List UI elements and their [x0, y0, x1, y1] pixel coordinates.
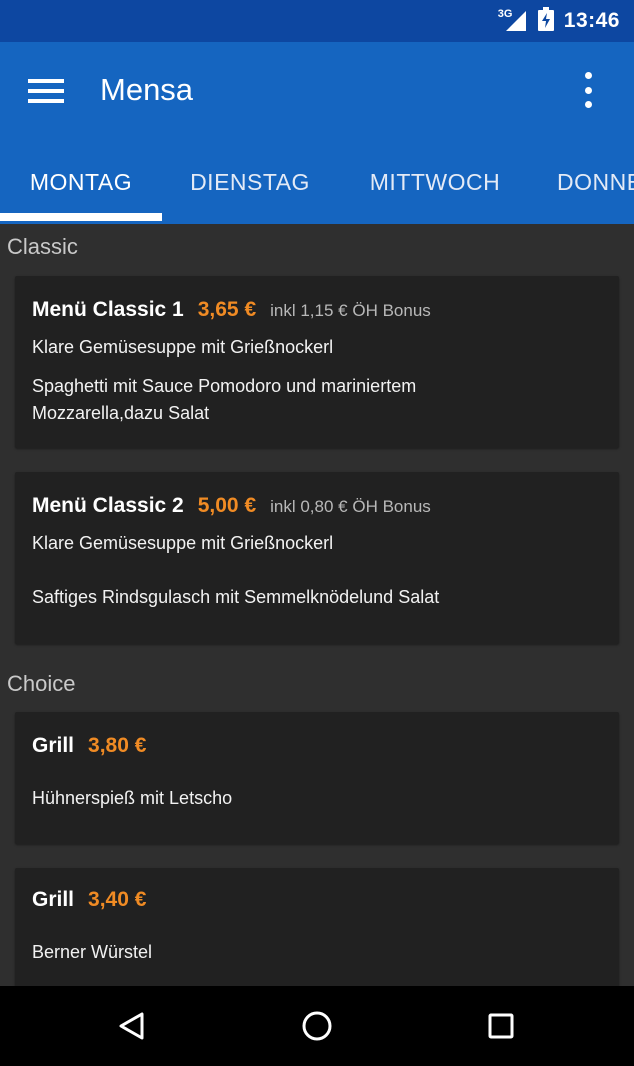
recents-square-icon[interactable] [481, 1006, 521, 1046]
tab-mittwoch[interactable]: MITTWOCH [350, 140, 520, 224]
tab-montag[interactable]: MONTAG [0, 140, 162, 224]
menu-card[interactable]: Grill 3,80 € Hühnerspieß mit Letscho [15, 712, 619, 844]
menu-name: Grill [32, 888, 75, 911]
menu-price: 3,65 € [197, 298, 257, 321]
menu-line: Saftiges Rindsgulasch mit Semmelknödelun… [32, 587, 440, 607]
menu-price: 3,80 € [88, 734, 147, 757]
active-tab-indicator [0, 213, 162, 221]
home-circle-icon[interactable] [297, 1006, 337, 1046]
system-nav-bar [0, 986, 634, 1066]
more-vertical-icon[interactable] [578, 70, 598, 110]
menu-price: 5,00 € [197, 494, 257, 517]
menu-card[interactable]: Grill 3,40 € Berner Würstel [15, 868, 619, 986]
menu-line: Spaghetti mit Sauce Pomodoro und marinie… [32, 376, 417, 423]
tab-dienstag[interactable]: DIENSTAG [168, 140, 332, 224]
app-bar: Mensa [0, 42, 634, 140]
status-bar: 3G 13:46 [0, 0, 634, 42]
section-header-choice: Choice [7, 671, 76, 696]
status-time: 13:46 [563, 9, 620, 32]
menu-price: 3,40 € [88, 888, 147, 911]
menu-line: Klare Gemüsesuppe mit Grießnockerl [32, 533, 334, 553]
menu-name: Grill [32, 734, 75, 757]
hamburger-menu-icon[interactable] [28, 79, 64, 103]
menu-line: Berner Würstel [32, 942, 153, 962]
menu-line: Klare Gemüsesuppe mit Grießnockerl [32, 337, 334, 357]
menu-name: Menü Classic 1 [32, 298, 184, 321]
network-signal-icon: 3G [497, 8, 528, 32]
menu-card[interactable]: Menü Classic 2 5,00 € inkl 0,80 € ÖH Bon… [15, 472, 619, 644]
tab-donnerstag[interactable]: DONNERSTAG [557, 140, 634, 224]
menu-bonus: inkl 0,80 € ÖH Bonus [270, 497, 431, 516]
menu-card[interactable]: Menü Classic 1 3,65 € inkl 1,15 € ÖH Bon… [15, 276, 619, 448]
menu-name: Menü Classic 2 [32, 494, 184, 517]
app-title: Mensa [100, 72, 194, 107]
network-type-label: 3G [497, 8, 513, 20]
day-tab-bar: MONTAG DIENSTAG MITTWOCH DONNERSTAG [0, 140, 634, 224]
menu-line: Hühnerspieß mit Letscho [32, 788, 233, 808]
section-header-classic: Classic [7, 234, 78, 259]
menu-bonus: inkl 1,15 € ÖH Bonus [270, 301, 431, 320]
battery-charging-icon [537, 6, 554, 36]
menu-list[interactable]: Classic Menü Classic 1 3,65 € inkl 1,15 … [0, 224, 634, 986]
back-triangle-icon[interactable] [112, 1006, 152, 1046]
